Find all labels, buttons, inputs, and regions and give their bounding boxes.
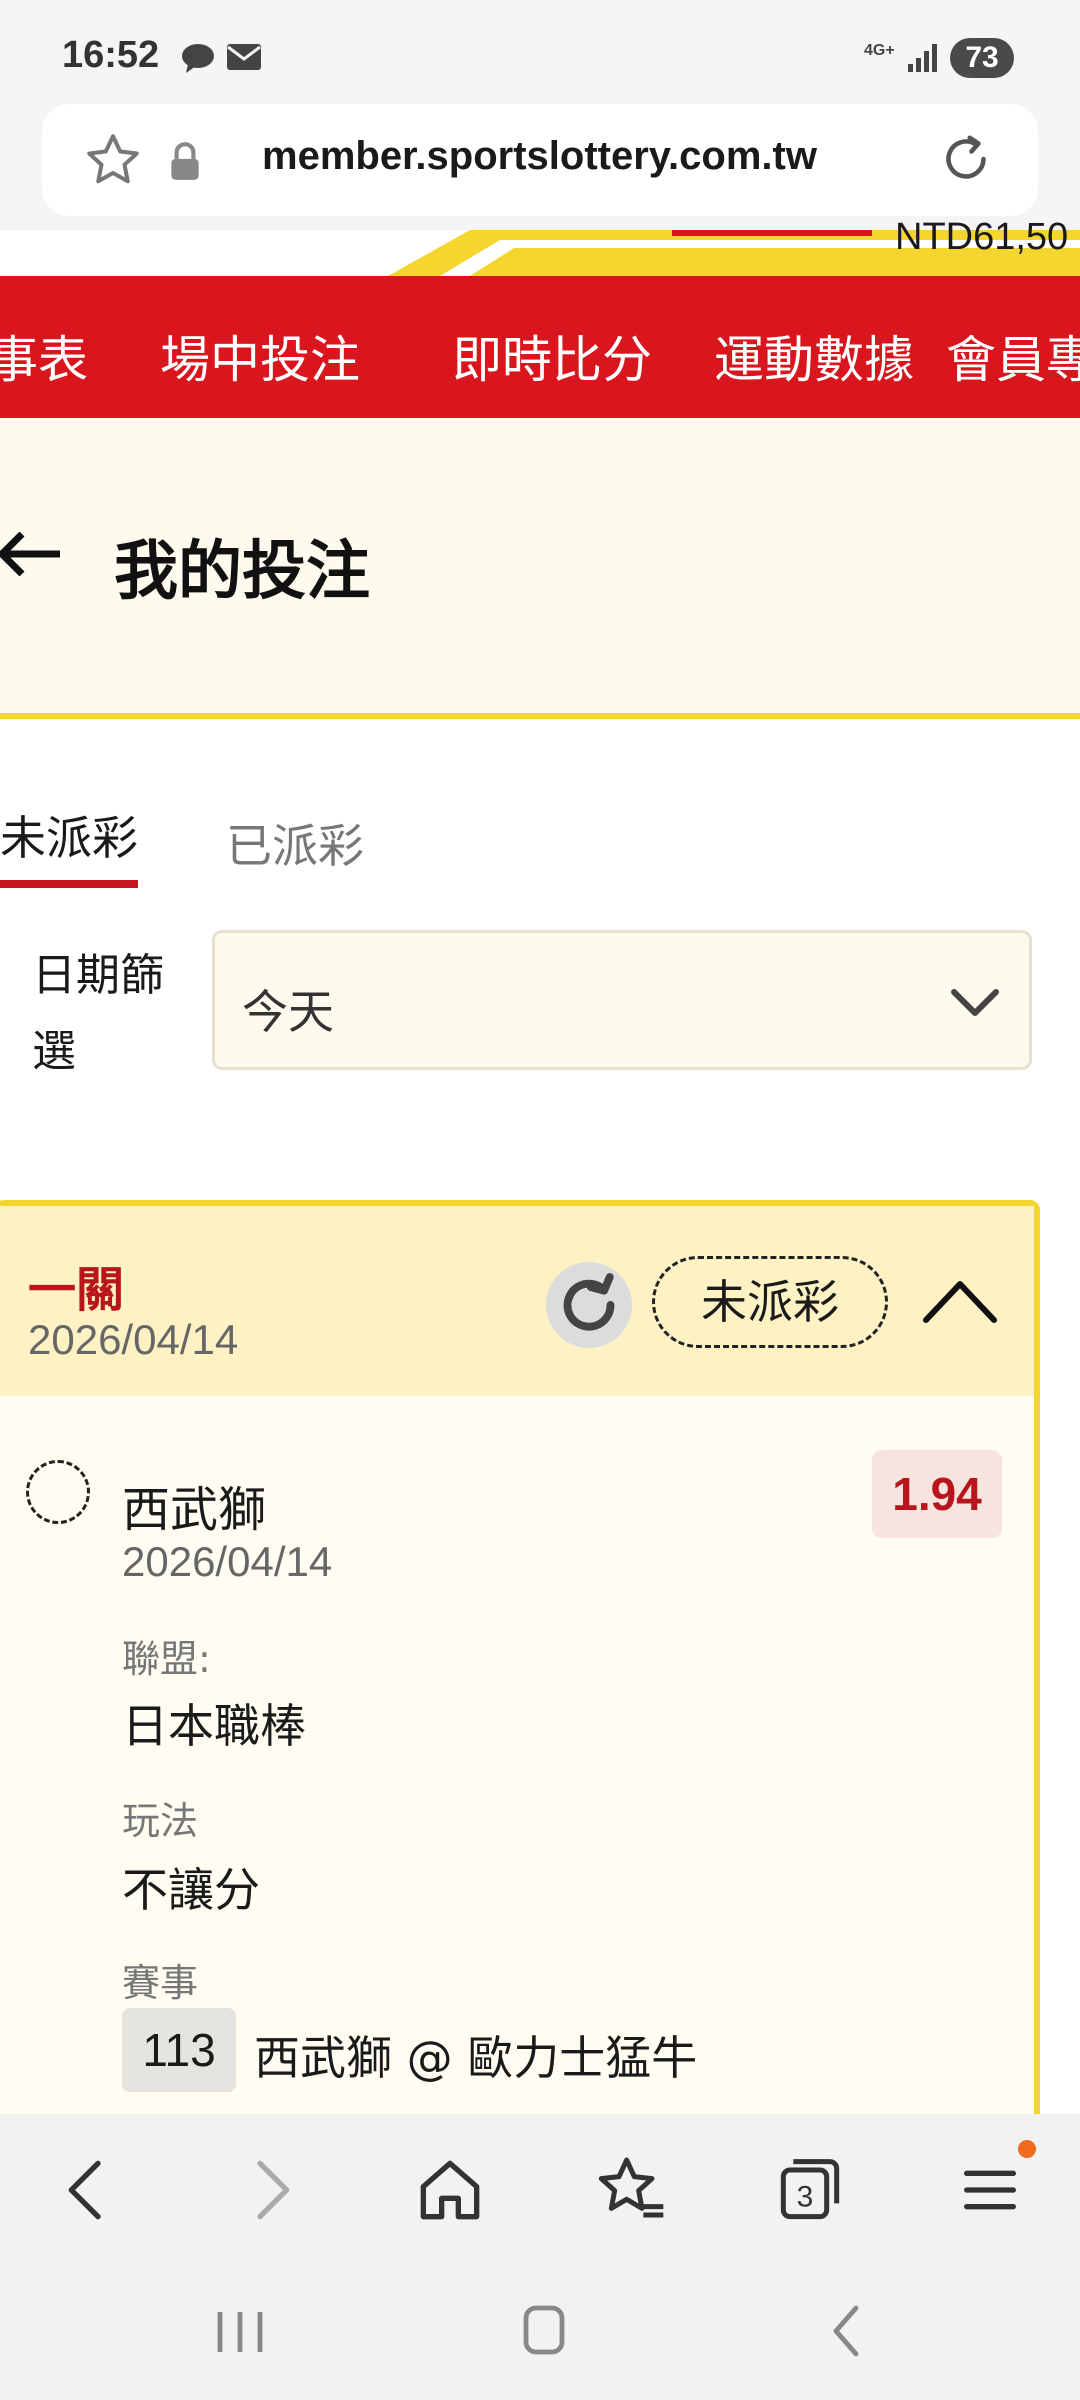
home-button-icon[interactable] bbox=[504, 2296, 584, 2366]
league-value: 日本職棒 bbox=[122, 1699, 306, 1753]
signal-icon bbox=[908, 44, 937, 72]
battery-indicator: 73 bbox=[950, 38, 1014, 78]
event-label: 賽事 bbox=[122, 1961, 199, 2005]
status-time: 16:52 bbox=[62, 34, 160, 76]
tab-unpaid[interactable]: 未派彩 bbox=[0, 802, 138, 868]
reload-icon[interactable] bbox=[936, 128, 996, 190]
home-icon[interactable] bbox=[410, 2150, 490, 2230]
bet-type: 一關 bbox=[28, 1262, 125, 1318]
tab-paid[interactable]: 已派彩 bbox=[226, 810, 364, 876]
chat-icon bbox=[182, 44, 214, 73]
back-icon[interactable] bbox=[48, 2150, 128, 2230]
nav-item-member[interactable]: 會員專 bbox=[946, 320, 1080, 392]
site-nav-bar: 事表 場中投注 即時比分 運動數據 會員專 bbox=[0, 276, 1080, 418]
url-text[interactable]: member.sportslottery.com.tw bbox=[262, 134, 817, 179]
selection-radio[interactable] bbox=[26, 1460, 90, 1524]
forward-icon[interactable] bbox=[230, 2150, 310, 2230]
back-arrow-icon[interactable] bbox=[0, 532, 64, 576]
bet-date: 2026/04/14 bbox=[28, 1316, 239, 1363]
bookmarks-icon[interactable] bbox=[590, 2150, 670, 2230]
nav-item-sports-data[interactable]: 運動數據 bbox=[714, 320, 914, 392]
notification-dot bbox=[1018, 2140, 1036, 2158]
chevron-down-icon[interactable] bbox=[950, 988, 1000, 1018]
match-date: 2026/04/14 bbox=[122, 1538, 333, 1585]
odds-badge: 1.94 bbox=[872, 1450, 1002, 1538]
lock-icon bbox=[171, 142, 199, 180]
mail-icon bbox=[227, 44, 261, 70]
event-number-badge: 113 bbox=[122, 2008, 236, 2092]
chevron-up-icon[interactable] bbox=[920, 1270, 1000, 1330]
nav-item-live-betting[interactable]: 場中投注 bbox=[160, 320, 360, 392]
date-filter-select[interactable] bbox=[212, 930, 1032, 1070]
system-back-icon[interactable] bbox=[808, 2296, 888, 2366]
svg-text:3: 3 bbox=[797, 2181, 814, 2214]
nav-item-schedule[interactable]: 事表 bbox=[0, 320, 88, 392]
active-tab-indicator bbox=[0, 880, 138, 888]
play-type-value: 不讓分 bbox=[122, 1863, 260, 1917]
title-divider bbox=[0, 713, 1080, 719]
date-filter-value[interactable]: 今天 bbox=[242, 976, 334, 1042]
page-title: 我的投注 bbox=[114, 535, 370, 609]
play-type-label: 玩法 bbox=[122, 1799, 199, 1843]
browser-toolbar bbox=[0, 2114, 1080, 2264]
recent-apps-icon[interactable] bbox=[200, 2296, 280, 2366]
bookmark-star-icon[interactable] bbox=[82, 130, 144, 190]
date-filter-label: 日期篩選 bbox=[32, 950, 164, 1077]
refresh-icon bbox=[563, 1273, 615, 1331]
menu-icon[interactable] bbox=[950, 2150, 1030, 2230]
event-matchup: 西武獅 @ 歐力士猛牛 bbox=[254, 2031, 698, 2085]
league-label: 聯盟: bbox=[122, 1637, 211, 1681]
team-name: 西武獅 bbox=[122, 1482, 267, 1538]
status-badge: 未派彩 bbox=[652, 1256, 888, 1348]
nav-item-live-scores[interactable]: 即時比分 bbox=[452, 320, 652, 392]
network-type-label: 4G+ bbox=[864, 42, 895, 59]
refresh-button[interactable] bbox=[546, 1262, 632, 1348]
tabs-icon[interactable]: 3 bbox=[770, 2150, 850, 2230]
account-balance: NTD61,50 bbox=[895, 216, 1069, 258]
